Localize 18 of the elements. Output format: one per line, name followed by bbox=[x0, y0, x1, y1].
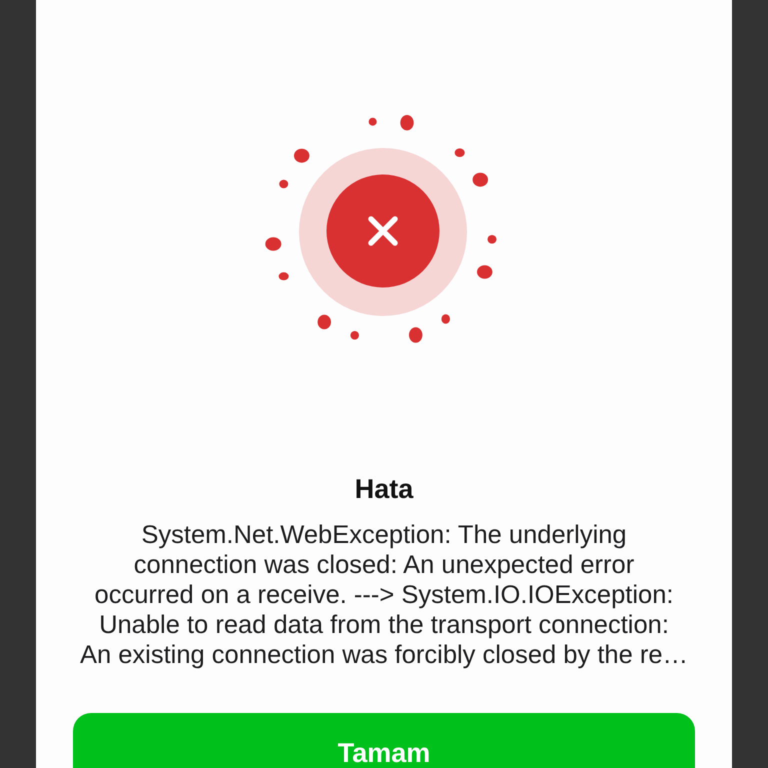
error-icon bbox=[299, 148, 467, 316]
confetti-dot-icon bbox=[400, 115, 414, 130]
confetti-dot-icon bbox=[477, 265, 492, 279]
confetti-dot-icon bbox=[318, 314, 331, 330]
confetti-dot-icon bbox=[350, 331, 359, 340]
confetti-dot-icon bbox=[294, 148, 310, 163]
error-message: System.Net.WebException: The underlying connection was closed: An unexpected error occurred on a receive. ---> System.IO.IOException: Unable to read data from the transport connection: An existing connection was forcibly closed by the re… bbox=[80, 520, 688, 670]
confetti-dot-icon bbox=[278, 272, 289, 280]
confetti-dot-icon bbox=[279, 180, 288, 188]
confetti-dot-icon bbox=[454, 148, 465, 157]
ok-button[interactable]: Tamam bbox=[73, 713, 695, 768]
confetti-dot-icon bbox=[488, 235, 496, 244]
confetti-dot-icon bbox=[441, 314, 450, 324]
confetti-dot-icon bbox=[472, 172, 488, 187]
confetti-dot-icon bbox=[368, 118, 377, 126]
confetti-dot-icon bbox=[265, 237, 282, 251]
dialog-title: Hata bbox=[354, 474, 414, 504]
confetti-dot-icon bbox=[409, 327, 422, 343]
